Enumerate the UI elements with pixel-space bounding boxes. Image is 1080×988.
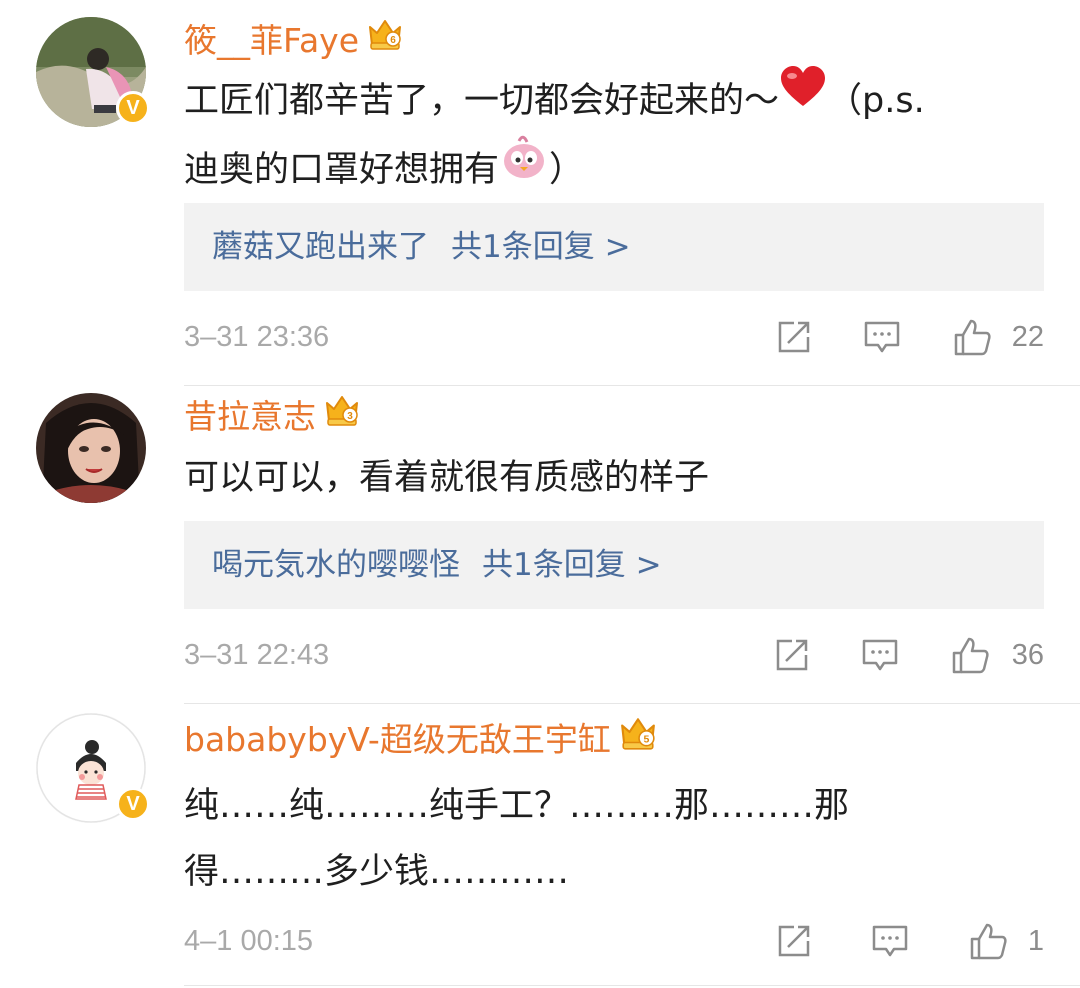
vip-level: 6 (390, 35, 396, 46)
comment-meta: 3–31 22:43 36 (184, 633, 1044, 677)
comment-icon[interactable] (870, 921, 910, 961)
comment-text: 可以可以，看着就很有质感的样子 (184, 458, 710, 498)
thumbs-up-icon[interactable] (950, 635, 990, 675)
timestamp: 4–1 00:15 (184, 925, 314, 957)
comment-meta: 4–1 00:15 1 (184, 919, 1044, 963)
reply-preview[interactable]: 喝元気水的嘤嘤怪 共1条回复 > (184, 521, 1044, 609)
crown-icon: 3 (324, 393, 360, 438)
timestamp: 3–31 22:43 (184, 639, 330, 671)
reply-user: 蘑菇又跑出来了 (212, 229, 429, 265)
reply-count: 共1条回复 > (482, 547, 662, 583)
username-text: 昔拉意志 (184, 397, 316, 436)
comment-meta: 3–31 23:36 22 (184, 315, 1044, 359)
avatar[interactable] (36, 393, 146, 503)
vip-level: 5 (643, 734, 649, 746)
repost-icon[interactable] (774, 317, 814, 357)
comment-icon[interactable] (860, 635, 900, 675)
pink-bird-emoji-icon (499, 131, 549, 203)
timestamp: 3–31 23:36 (184, 321, 330, 353)
vip-level: 3 (347, 411, 353, 422)
divider (184, 385, 1080, 386)
like-count: 36 (1011, 639, 1044, 671)
comment-text: 工匠们都辛苦了，一切都会好起来的～ （p.s. 迪奥的口罩好想拥有） (184, 65, 1044, 207)
crown-icon: 5 (619, 715, 657, 762)
avatar-image (36, 393, 146, 503)
comment-text-part: 工匠们都辛苦了，一切都会好起来的～ (184, 81, 780, 121)
verified-badge: V (116, 91, 150, 125)
avatar[interactable]: V (36, 17, 150, 127)
username-text: 筱__菲Faye (184, 21, 360, 60)
like-count: 1 (1027, 925, 1044, 957)
reply-preview[interactable]: 蘑菇又跑出来了 共1条回复 > (184, 203, 1044, 291)
divider (184, 703, 1080, 704)
heart-emoji-icon (779, 65, 827, 131)
divider (184, 985, 1080, 986)
username[interactable]: bababybyV-超级无敌王宇缸 5 (184, 718, 657, 765)
repost-icon[interactable] (772, 635, 812, 675)
like-count: 22 (1011, 321, 1044, 353)
username[interactable]: 筱__菲Faye 6 (184, 19, 403, 65)
reply-user: 喝元気水的嘤嘤怪 (212, 547, 460, 583)
comment-icon[interactable] (862, 317, 902, 357)
thumbs-up-icon[interactable] (952, 317, 992, 357)
comment-text-part: ） (549, 150, 585, 190)
username-text: bababybyV-超级无敌王宇缸 (184, 720, 611, 759)
comment-text: 纯……纯………纯手工？………那………那 得………多少钱………… (184, 786, 850, 892)
verified-badge: V (116, 787, 150, 821)
crown-icon: 6 (367, 17, 403, 62)
username[interactable]: 昔拉意志 3 (184, 395, 360, 441)
reply-count: 共1条回复 > (451, 229, 631, 265)
avatar[interactable]: V (36, 713, 150, 823)
repost-icon[interactable] (774, 921, 814, 961)
thumbs-up-icon[interactable] (968, 921, 1008, 961)
